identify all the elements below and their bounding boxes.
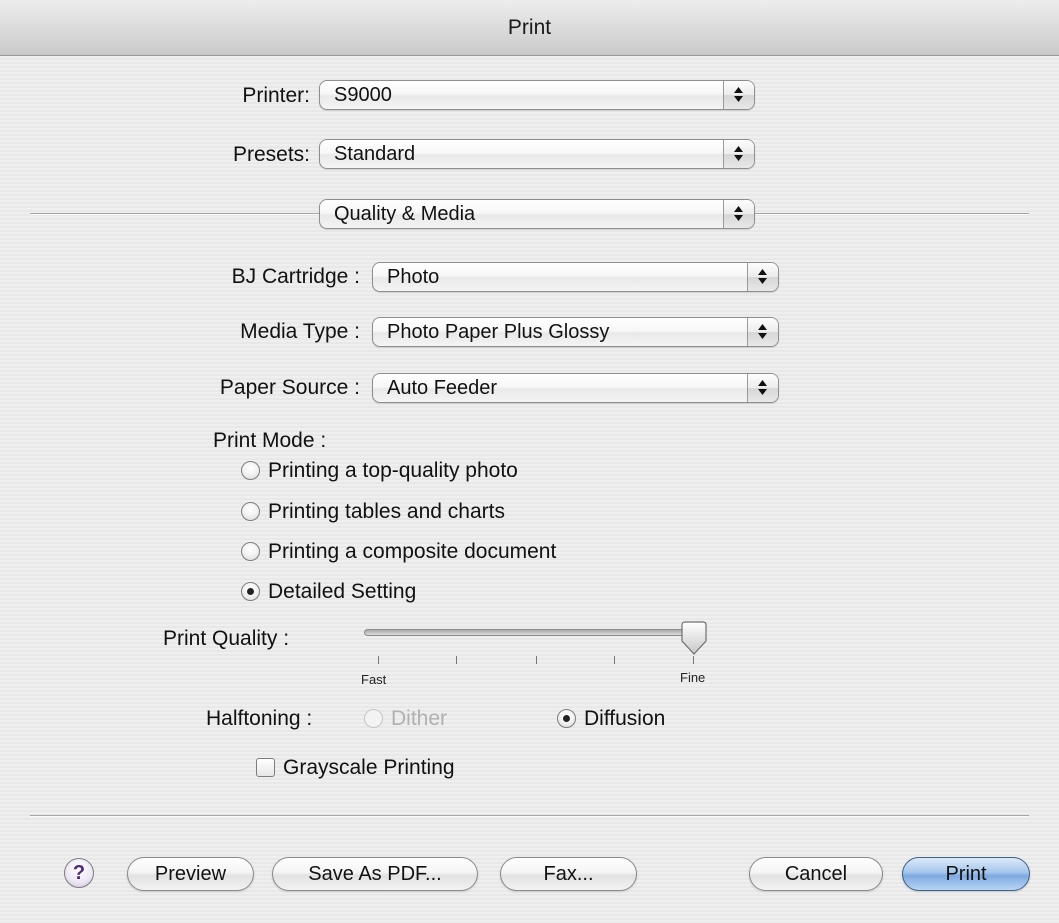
presets-value: Standard xyxy=(334,143,416,165)
fax-button[interactable]: Fax... xyxy=(500,857,637,891)
title-bar: Print xyxy=(0,0,1059,56)
slider-min-label: Fast xyxy=(361,672,387,687)
pane-separator-right xyxy=(755,213,1029,215)
media-type-popup[interactable]: Photo Paper Plus Glossy xyxy=(372,317,779,347)
radio-diffusion-label: Diffusion xyxy=(584,707,666,730)
paper-source-value: Auto Feeder xyxy=(387,377,498,399)
radio-top-quality-photo-label: Printing a top-quality photo xyxy=(268,459,518,482)
popup-arrows-icon xyxy=(747,263,778,291)
radio-dither-label: Dither xyxy=(391,707,448,730)
print-button[interactable]: Print xyxy=(902,857,1030,891)
popup-arrows-icon xyxy=(747,374,778,402)
pane-popup[interactable]: Quality & Media xyxy=(319,199,755,229)
window-title: Print xyxy=(507,16,552,39)
radio-detailed-setting[interactable] xyxy=(241,582,260,601)
grayscale-label: Grayscale Printing xyxy=(283,756,455,779)
radio-top-quality-photo[interactable] xyxy=(241,461,260,480)
radio-selected-dot xyxy=(563,715,570,722)
popup-arrows-icon xyxy=(723,81,754,109)
radio-tables-charts-label: Printing tables and charts xyxy=(268,500,505,523)
cancel-button[interactable]: Cancel xyxy=(749,857,883,891)
slider-tick xyxy=(614,656,615,664)
paper-source-popup[interactable]: Auto Feeder xyxy=(372,373,779,403)
slider-tick xyxy=(693,656,694,664)
grayscale-checkbox[interactable] xyxy=(256,758,275,777)
bottom-separator xyxy=(30,815,1029,817)
preview-button[interactable]: Preview xyxy=(127,857,254,891)
pane-separator-left xyxy=(30,213,319,215)
pane-value: Quality & Media xyxy=(334,203,476,225)
radio-dither[interactable] xyxy=(364,709,383,728)
print-quality-label: Print Quality : xyxy=(163,627,290,650)
popup-arrows-icon xyxy=(747,318,778,346)
cartridge-value: Photo xyxy=(387,266,440,288)
radio-tables-charts[interactable] xyxy=(241,502,260,521)
slider-tick xyxy=(456,656,457,664)
print-mode-label: Print Mode : xyxy=(213,429,327,452)
help-button[interactable]: ? xyxy=(64,858,94,888)
printer-label: Printer: xyxy=(242,84,310,107)
media-type-value: Photo Paper Plus Glossy xyxy=(387,321,610,343)
slider-tick xyxy=(378,656,379,664)
radio-composite-document[interactable] xyxy=(241,542,260,561)
paper-source-label: Paper Source : xyxy=(219,376,360,399)
radio-detailed-setting-label: Detailed Setting xyxy=(268,580,417,603)
radio-selected-dot xyxy=(247,588,254,595)
slider-tick xyxy=(536,656,537,664)
popup-arrows-icon xyxy=(723,140,754,168)
radio-composite-document-label: Printing a composite document xyxy=(268,540,557,563)
cartridge-label: BJ Cartridge : xyxy=(231,265,360,288)
presets-label: Presets: xyxy=(232,143,310,166)
save-as-pdf-button[interactable]: Save As PDF... xyxy=(272,857,478,891)
slider-max-label: Fine xyxy=(680,670,706,685)
printer-value: S9000 xyxy=(334,84,392,106)
printer-popup[interactable]: S9000 xyxy=(319,80,755,110)
media-type-label: Media Type : xyxy=(240,320,360,343)
popup-arrows-icon xyxy=(723,200,754,228)
cartridge-popup[interactable]: Photo xyxy=(372,262,779,292)
print-quality-thumb[interactable] xyxy=(680,621,708,655)
halftoning-label: Halftoning : xyxy=(206,707,313,730)
print-quality-track[interactable] xyxy=(364,629,704,636)
radio-diffusion[interactable] xyxy=(557,709,576,728)
presets-popup[interactable]: Standard xyxy=(319,139,755,169)
